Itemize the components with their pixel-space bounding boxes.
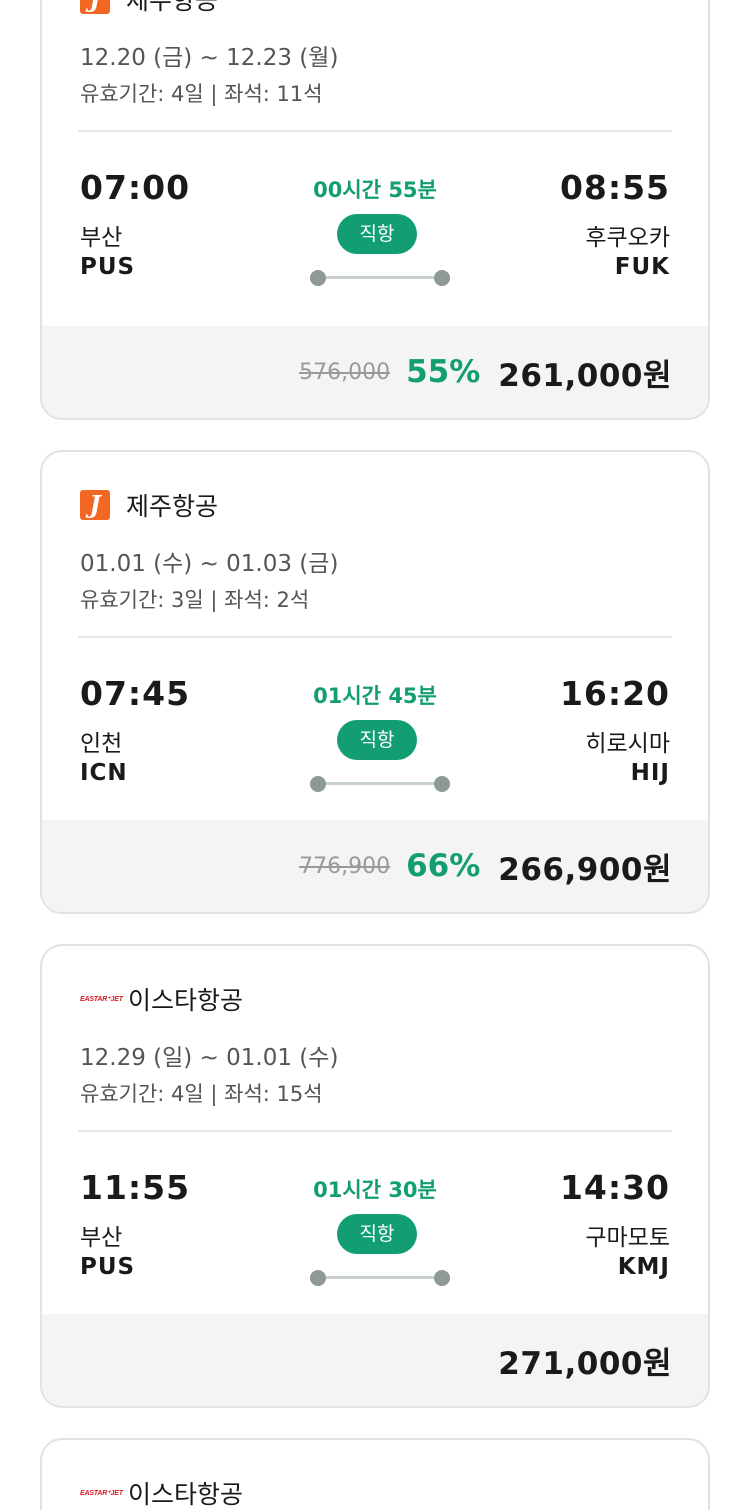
airline-name: 이스타항공 <box>128 1480 244 1509</box>
divider <box>78 636 672 638</box>
airline: EASTAR⁺JET 이스타항공 <box>80 1476 243 1510</box>
route-line <box>310 1270 450 1286</box>
departure-city: 인천 <box>80 731 123 757</box>
flight-card[interactable]: J 제주항공 12.20 (금) ~ 12.23 (월) 유효기간: 4일 | … <box>40 0 710 420</box>
original-price: 576,000 <box>299 359 391 385</box>
route-line <box>310 270 450 286</box>
airline: J 제주항공 <box>80 0 218 16</box>
sale-price: 271,000원 <box>498 1345 672 1382</box>
travel-dates: 12.20 (금) ~ 12.23 (월) <box>80 45 339 71</box>
departure-city: 부산 <box>80 225 123 251</box>
flight-card[interactable]: EASTAR⁺JET 이스타항공 12.29 (일) ~ 01.01 (수) 유… <box>40 944 710 1408</box>
discount-rate: 66% <box>406 848 481 884</box>
airline-name: 제주항공 <box>126 0 219 15</box>
flight-card[interactable]: EASTAR⁺JET 이스타항공 <box>40 1438 710 1510</box>
sale-price: 266,900원 <box>498 851 672 888</box>
price-bar: 271,000원 <box>42 1314 708 1406</box>
airline-name: 이스타항공 <box>128 986 244 1015</box>
departure-code: PUS <box>80 254 136 280</box>
arrival-code: FUK <box>614 254 670 280</box>
eastar-jet-logo: EASTAR⁺JET <box>80 1490 123 1497</box>
flight-card[interactable]: J 제주항공 01.01 (수) ~ 01.03 (금) 유효기간: 3일 | … <box>40 450 710 914</box>
price-bar: 776,900 66% 266,900원 <box>42 820 708 912</box>
departure-code: PUS <box>80 1254 136 1280</box>
arrival-city: 구마모토 <box>585 1225 670 1251</box>
route-line <box>310 776 450 792</box>
airline-name: 제주항공 <box>126 492 219 521</box>
arrival-time: 08:55 <box>559 168 670 207</box>
airline: J 제주항공 <box>80 488 218 522</box>
travel-dates: 12.29 (일) ~ 01.01 (수) <box>80 1045 339 1071</box>
arrival-city: 히로시마 <box>585 731 670 757</box>
direct-badge: 직항 <box>337 1214 417 1254</box>
divider <box>78 1130 672 1132</box>
direct-badge: 직항 <box>337 214 417 254</box>
sale-price: 261,000원 <box>498 357 672 394</box>
direct-badge: 직항 <box>337 720 417 760</box>
validity-seats: 유효기간: 4일 | 좌석: 11석 <box>80 82 323 106</box>
jeju-air-logo: J <box>80 0 110 14</box>
original-price: 776,900 <box>299 853 391 879</box>
departure-city: 부산 <box>80 1225 123 1251</box>
validity-seats: 유효기간: 4일 | 좌석: 15석 <box>80 1082 323 1106</box>
eastar-jet-logo: EASTAR⁺JET <box>80 996 123 1003</box>
travel-dates: 01.01 (수) ~ 01.03 (금) <box>80 551 339 577</box>
airline: EASTAR⁺JET 이스타항공 <box>80 982 243 1016</box>
jeju-air-logo: J <box>80 490 110 520</box>
validity-seats: 유효기간: 3일 | 좌석: 2석 <box>80 588 310 612</box>
arrival-code: KMJ <box>617 1254 670 1280</box>
arrival-code: HIJ <box>630 760 670 786</box>
arrival-city: 후쿠오카 <box>585 225 670 251</box>
discount-rate: 55% <box>406 354 481 390</box>
arrival-time: 14:30 <box>559 1168 670 1207</box>
divider <box>78 130 672 132</box>
arrival-time: 16:20 <box>559 674 670 713</box>
price-bar: 576,000 55% 261,000원 <box>42 326 708 418</box>
departure-code: ICN <box>80 760 128 786</box>
